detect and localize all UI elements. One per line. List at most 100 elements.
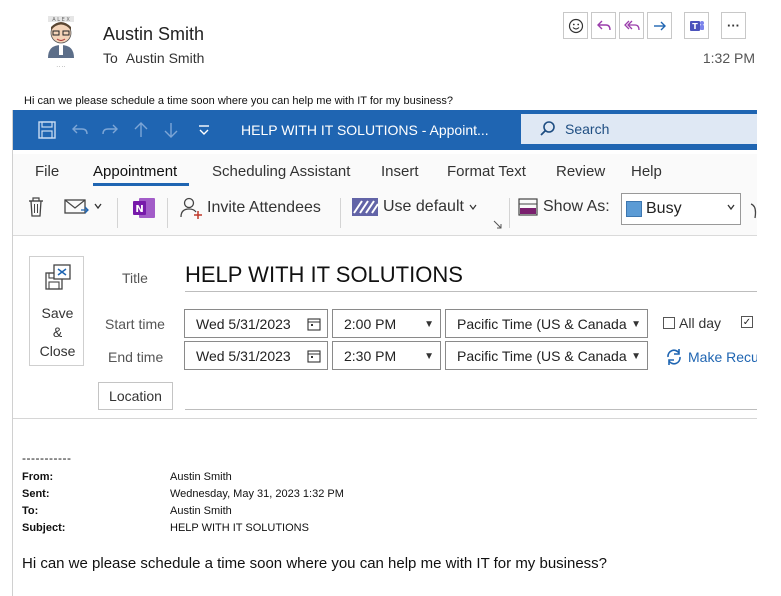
tab-insert[interactable]: Insert (381, 163, 419, 180)
title-input[interactable]: HELP WITH IT SOLUTIONS (185, 262, 463, 288)
from-value: Austin Smith (170, 471, 232, 483)
tab-review[interactable]: Review (556, 163, 605, 180)
emoji-reaction-button[interactable] (563, 12, 588, 39)
chevron-down-icon[interactable]: ▼ (424, 319, 434, 330)
chevron-down-icon[interactable]: ▼ (631, 351, 641, 362)
from-key: From: (22, 471, 54, 483)
save-icon[interactable] (37, 120, 57, 140)
title-bar: HELP WITH IT SOLUTIONS - Appoint... Sear… (13, 110, 757, 150)
emoji-icon (568, 18, 583, 33)
ribbon-toolbar: N Invite Attendees Use default Show As: … (13, 188, 757, 236)
search-label: Search (565, 121, 610, 137)
tab-file[interactable]: File (35, 163, 59, 180)
envelope-icon (64, 199, 89, 214)
all-day-checkbox[interactable]: All day (663, 315, 721, 331)
subject-key: Subject: (22, 522, 66, 534)
ribbon-separator (509, 198, 510, 228)
forward-button[interactable] (647, 12, 672, 39)
email-time: 1:32 PM (702, 50, 755, 66)
svg-text:· · · ·: · · · · (57, 64, 66, 69)
end-timezone-field[interactable]: Pacific Time (US & Canada ▼ (445, 341, 648, 370)
message-action-bar: T ··· (563, 12, 746, 39)
save-close-button[interactable]: Save & Close (29, 256, 84, 366)
subject-value: HELP WITH IT SOLUTIONS (170, 522, 309, 534)
delete-button[interactable] (27, 196, 45, 218)
use-default-label: Use default (383, 198, 464, 215)
tab-scheduling-assistant[interactable]: Scheduling Assistant (212, 163, 350, 180)
make-recurring-label: Make Recurr (688, 349, 757, 365)
send-email-button[interactable] (63, 196, 103, 216)
trash-icon (29, 197, 43, 217)
forward-divider: ----------- (22, 451, 72, 465)
show-as-value: Busy (646, 200, 682, 217)
recipient-row: To Austin Smith (103, 50, 204, 66)
reply-button[interactable] (591, 12, 616, 39)
email-preview-text: Hi can we please schedule a time soon wh… (24, 95, 454, 107)
all-day-check-icon[interactable] (663, 317, 675, 329)
active-tab-indicator (93, 183, 189, 186)
busy-swatch (626, 201, 642, 217)
more-icon: ··· (727, 18, 740, 33)
dialog-launcher-icon[interactable] (493, 220, 503, 230)
more-actions-button[interactable]: ··· (721, 12, 746, 39)
add-person-icon (180, 197, 202, 219)
search-icon (540, 121, 555, 136)
sent-value: Wednesday, May 31, 2023 1:32 PM (170, 488, 344, 500)
start-date-field[interactable]: Wed 5/31/2023 (184, 309, 328, 338)
teams-button[interactable]: T (684, 12, 709, 39)
recipient-name[interactable]: Austin Smith (126, 50, 205, 66)
start-timezone-field[interactable]: Pacific Time (US & Canada ▼ (445, 309, 648, 338)
sender-name[interactable]: Austin Smith (103, 24, 204, 45)
next-item-icon[interactable] (161, 120, 181, 140)
chevron-down-icon[interactable] (93, 201, 103, 211)
search-box[interactable]: Search (521, 114, 757, 144)
svg-text:T: T (692, 22, 698, 31)
calendar-icon[interactable] (307, 317, 321, 331)
chevron-down-icon[interactable]: ▼ (631, 319, 641, 330)
tab-format-text[interactable]: Format Text (447, 163, 526, 180)
reply-icon (596, 20, 611, 30)
show-as-icon (518, 198, 538, 216)
checked-box-icon[interactable]: ✓ (741, 316, 753, 328)
tab-help[interactable]: Help (631, 163, 662, 180)
end-date-field[interactable]: Wed 5/31/2023 (184, 341, 328, 370)
ribbon-separator (340, 198, 341, 228)
title-underline (185, 291, 757, 292)
undo-icon[interactable] (70, 120, 90, 140)
save-close-label: Save & Close (39, 305, 76, 359)
end-time-field[interactable]: 2:30 PM ▼ (332, 341, 441, 370)
customize-toolbar-icon[interactable] (197, 120, 211, 140)
meeting-provider-icon (352, 198, 379, 216)
reply-all-button[interactable] (619, 12, 644, 39)
show-as-label: Show As: (543, 198, 610, 215)
location-button[interactable]: Location (98, 382, 173, 410)
chevron-down-icon[interactable]: ▼ (424, 351, 434, 362)
message-body: Hi can we please schedule a time soon wh… (22, 555, 608, 572)
to-value: Austin Smith (170, 505, 232, 517)
redo-icon[interactable] (100, 120, 120, 140)
save-close-icon (45, 264, 71, 290)
previous-item-icon[interactable] (131, 120, 151, 140)
all-day-label: All day (679, 315, 722, 331)
calendar-icon[interactable] (307, 349, 321, 363)
chevron-down-icon[interactable] (726, 202, 736, 212)
show-as-control[interactable]: Show As: (517, 196, 610, 218)
window-title: HELP WITH IT SOLUTIONS - Appoint... (241, 122, 489, 138)
invite-attendees-label: Invite Attendees (207, 199, 321, 216)
use-default-button[interactable]: Use default (351, 196, 478, 218)
onenote-button[interactable]: N (131, 196, 157, 220)
make-recurring-button[interactable]: Make Recurr (665, 348, 757, 366)
start-time-field[interactable]: 2:00 PM ▼ (332, 309, 441, 338)
reminder-icon[interactable] (747, 198, 757, 224)
avatar: A L E X · · · · (40, 14, 82, 70)
start-time-label: Start time (105, 316, 165, 332)
teams-icon: T (689, 20, 704, 31)
appointment-window-screenshot: HELP WITH IT SOLUTIONS - Appoint... Sear… (12, 110, 757, 596)
tab-appointment[interactable]: Appointment (93, 163, 177, 180)
show-as-select[interactable]: Busy (621, 193, 741, 225)
onenote-icon: N (133, 198, 155, 218)
invite-attendees-button[interactable]: Invite Attendees (179, 196, 321, 220)
location-input[interactable] (185, 409, 757, 410)
to-key: To: (22, 505, 39, 517)
ribbon-separator (117, 198, 118, 228)
